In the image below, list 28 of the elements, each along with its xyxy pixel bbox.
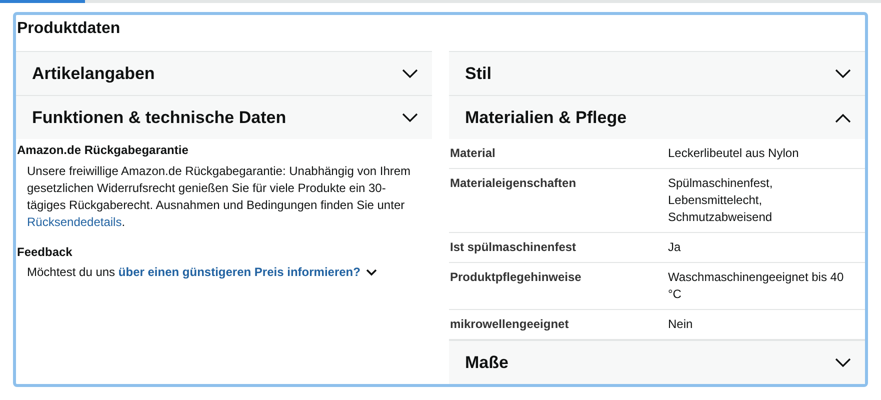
accordion-header[interactable]: Materialien & Pflege xyxy=(449,95,865,139)
section-heading: Feedback xyxy=(17,245,74,259)
chevron-down-icon xyxy=(402,112,418,122)
chevron-down-icon xyxy=(835,68,851,78)
attribute-name: Materialeigenschaften xyxy=(450,175,578,192)
price-feedback-link[interactable]: über einen günstigeren Preis informieren? xyxy=(118,265,360,279)
attribute-name: Ist spülmaschinenfest xyxy=(450,239,578,256)
accordion-header[interactable]: Maße xyxy=(449,340,865,384)
section-heading: Amazon.de Rückgabegarantie xyxy=(17,143,190,157)
attribute-name: Material xyxy=(450,145,496,162)
return-details-link[interactable]: Rücksendedetails xyxy=(27,215,122,229)
attribute-value: Nein xyxy=(668,316,694,333)
return-policy-text: Unsere freiwillige Amazon.de Rückgabegarantie: Unabhängig von Ihrem gesetzlichen Widerrufsrecht genießen Sie für viele Produkte ein 30-tägiges Rückgaberecht. Ausnahmen und Bedingungen finden Sie unter Rücksendedetails. xyxy=(26,163,412,231)
accordion-header[interactable]: Stil xyxy=(449,51,865,95)
chevron-down-icon xyxy=(402,68,418,78)
chevron-down-icon xyxy=(835,358,851,368)
attribute-value: Spülmaschinenfest, Lebensmittelecht, Schmutzabweisend xyxy=(668,175,774,226)
feedback-text: Möchtest du uns über einen günstigeren Preis informieren? xyxy=(27,265,360,279)
attribute-value: Ja xyxy=(668,239,682,256)
attribute-name: mikrowellengeeignet xyxy=(450,316,570,333)
chevron-up-icon xyxy=(835,112,851,122)
accordion-header[interactable]: Funktionen & technische Daten xyxy=(16,95,432,139)
chevron-down-icon[interactable] xyxy=(366,268,378,276)
attribute-value: Waschmaschinengeeignet bis 40 °C xyxy=(668,269,845,303)
accordion-header[interactable]: Artikelangaben xyxy=(16,51,432,95)
attribute-name: Produktpflegehinweise xyxy=(450,269,582,286)
attribute-value: Leckerlibeutel aus Nylon xyxy=(668,145,800,162)
panel-title: Produktdaten xyxy=(16,19,122,39)
